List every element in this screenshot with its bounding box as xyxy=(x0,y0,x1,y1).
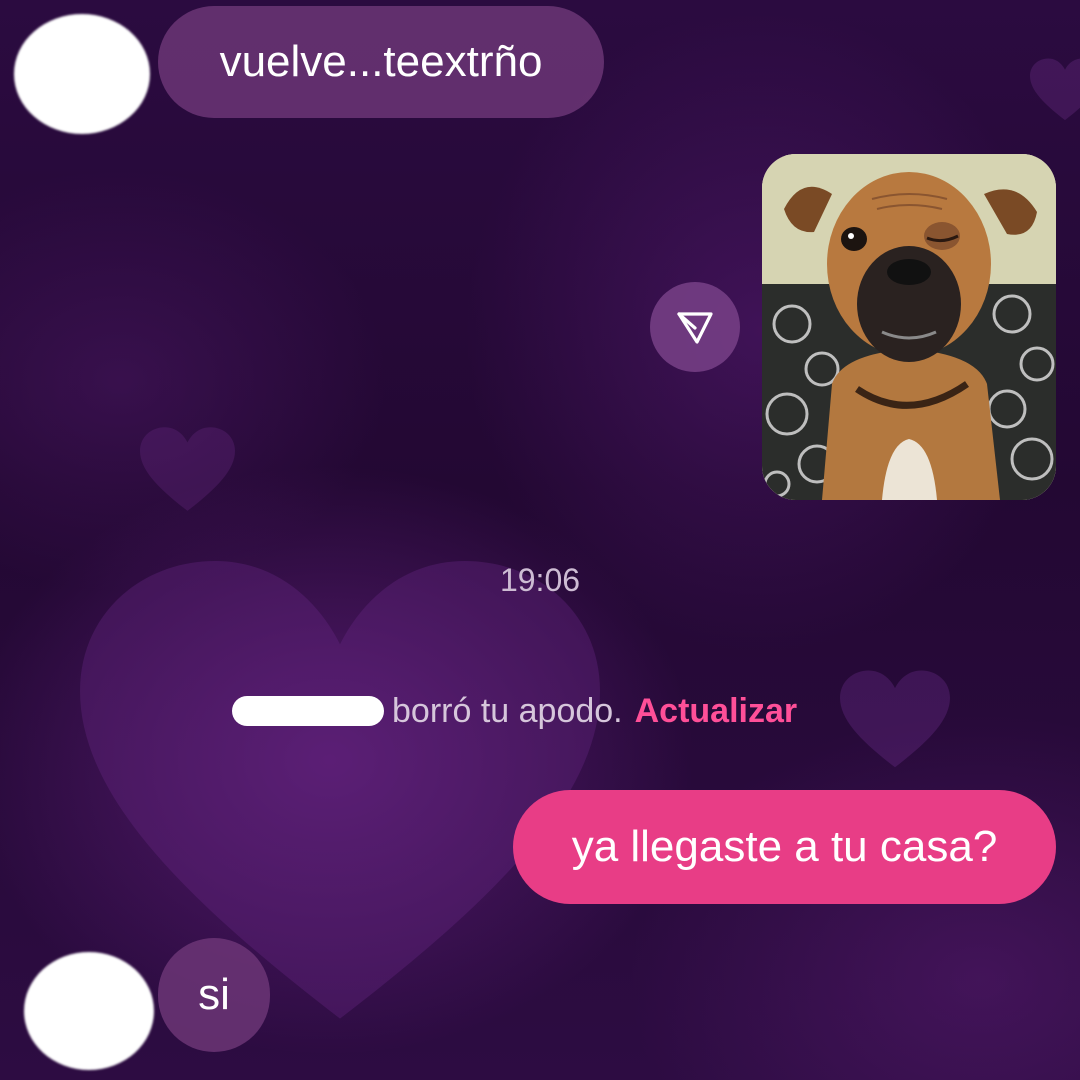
sent-message-text: ya llegaste a tu casa? xyxy=(571,822,998,871)
update-nickname-link[interactable]: Actualizar xyxy=(635,692,798,731)
received-message-bubble-2[interactable]: si xyxy=(158,938,270,1052)
background-heart-large xyxy=(80,561,600,1019)
background-heart-small xyxy=(840,670,950,768)
share-button[interactable] xyxy=(650,282,740,372)
received-message-text: vuelve...teextrño xyxy=(219,37,543,86)
redacted-username xyxy=(232,696,384,726)
received-message-text-2: si xyxy=(198,970,230,1019)
message-timestamp: 19:06 xyxy=(499,562,581,598)
sender-avatar-bottom[interactable] xyxy=(24,952,154,1070)
notice-text: borró tu apodo. xyxy=(392,691,623,730)
received-message-bubble[interactable]: vuelve...teextrño xyxy=(158,6,604,118)
background-heart-left xyxy=(140,427,235,511)
background-heart-right-edge xyxy=(1030,58,1080,121)
boxer-dog-photo xyxy=(762,154,1056,500)
sender-avatar[interactable] xyxy=(14,14,150,134)
nickname-notice: borró tu apodo. Actualizar xyxy=(232,688,797,734)
sent-message-bubble[interactable]: ya llegaste a tu casa? xyxy=(513,790,1056,904)
sent-photo[interactable] xyxy=(762,154,1056,500)
chat-screen: vuelve...teextrño 19:06 borró tu apodo. … xyxy=(0,0,1080,1080)
send-triangle-icon xyxy=(677,312,713,344)
